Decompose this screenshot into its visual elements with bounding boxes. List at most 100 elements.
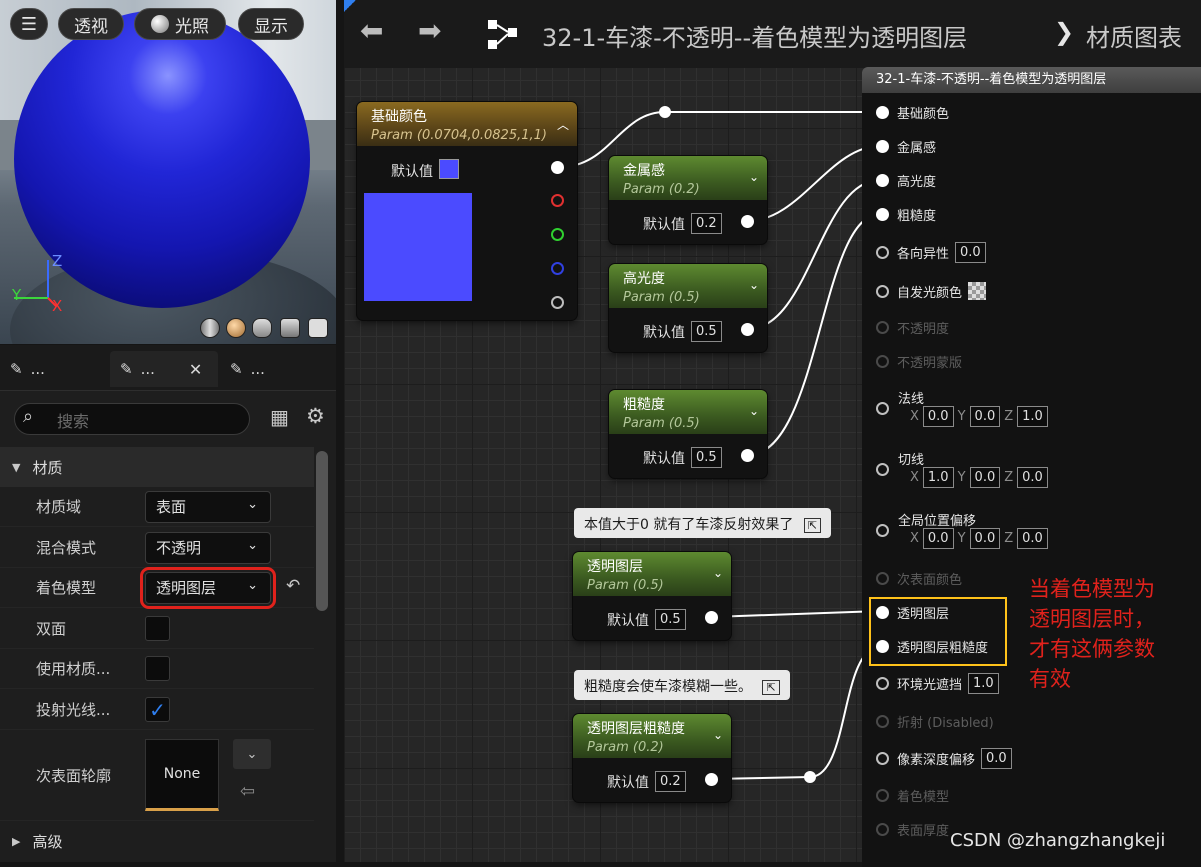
close-icon[interactable]: ✕ xyxy=(189,360,202,379)
input-pin[interactable] xyxy=(876,173,889,187)
value-field[interactable]: 0.0 xyxy=(1017,467,1048,488)
preview-plane-icon[interactable] xyxy=(252,318,272,338)
blend-mode-select[interactable]: 不透明 ⌄ xyxy=(145,531,271,564)
value-field[interactable]: 0.0 xyxy=(1017,528,1048,549)
pin-comment-icon[interactable]: ⇱ xyxy=(803,518,822,533)
input-pin[interactable] xyxy=(876,139,889,153)
preview-mesh-icon[interactable] xyxy=(308,318,328,338)
tab-details-2[interactable]: ✎ ... ✕ xyxy=(110,351,218,387)
table-view-icon[interactable]: ▦ xyxy=(270,405,289,429)
shading-model-select[interactable]: 透明图层 ⌄ xyxy=(140,566,276,609)
two-sided-checkbox[interactable] xyxy=(145,616,170,641)
input-normal[interactable]: 法线 X 0.0 Y 0.0 Z 1.0 xyxy=(876,388,1076,428)
chevron-down-icon[interactable]: ⌄ xyxy=(713,566,723,580)
value-field[interactable]: 1.0 xyxy=(922,467,954,488)
input-pin[interactable] xyxy=(876,284,889,298)
use-material-attributes-checkbox[interactable] xyxy=(145,656,170,681)
value-field[interactable]: 0.0 xyxy=(922,528,954,549)
menu-button[interactable]: ☰ xyxy=(10,8,48,40)
input-pin[interactable] xyxy=(876,105,889,119)
output-pin-r[interactable] xyxy=(551,194,564,207)
input-pin[interactable] xyxy=(876,676,889,690)
input-metallic[interactable]: 金属感 xyxy=(876,136,936,156)
input-clearcoat-roughness[interactable]: 透明图层粗糙度 xyxy=(876,636,988,656)
value-field[interactable]: 1.0 xyxy=(1017,406,1048,427)
comment-bubble-clearcoat[interactable]: 本值大于0 就有了车漆反射效果了 ⇱ xyxy=(574,508,832,538)
output-pin[interactable] xyxy=(741,323,754,336)
details-scrollbar[interactable] xyxy=(316,451,328,611)
use-selected-asset-icon[interactable]: ⇦ xyxy=(240,781,255,802)
input-pin[interactable] xyxy=(876,463,889,476)
value-field[interactable]: 0.0 xyxy=(969,406,1001,427)
chevron-down-icon[interactable]: ⌄ xyxy=(749,278,759,292)
input-pin[interactable] xyxy=(876,751,889,765)
value-field[interactable]: 0.2 xyxy=(655,771,686,792)
input-ambient-occlusion[interactable]: 环境光遮挡 1.0 xyxy=(876,672,999,694)
input-pixel-depth-offset[interactable]: 像素深度偏移 0.0 xyxy=(876,747,1012,769)
tab-details-3[interactable]: ✎ ... xyxy=(220,351,328,387)
reset-to-default-icon[interactable]: ↶ xyxy=(286,576,300,596)
show-button[interactable]: 显示 xyxy=(238,8,304,40)
input-base-color[interactable]: 基础颜色 xyxy=(876,102,949,122)
chevron-down-icon[interactable]: ⌄ xyxy=(713,728,723,742)
cast-ray-traced-shadows-checkbox[interactable]: ✓ xyxy=(145,697,170,722)
gear-icon[interactable]: ⚙ xyxy=(306,404,325,428)
value-field[interactable]: 0.0 xyxy=(981,747,1012,769)
pin-comment-icon[interactable]: ⇱ xyxy=(762,680,780,695)
output-pin-b[interactable] xyxy=(551,262,564,275)
value-field[interactable]: 0.0 xyxy=(922,406,954,427)
input-roughness[interactable]: 粗糙度 xyxy=(876,204,936,224)
back-arrow-icon[interactable]: ⬅ xyxy=(360,14,383,47)
input-anisotropy[interactable]: 各向异性 0.0 xyxy=(876,241,986,263)
value-field[interactable]: 0.5 xyxy=(691,447,722,468)
input-pin[interactable] xyxy=(876,402,889,415)
node-metallic[interactable]: 金属感 Param (0.2) ⌄ 默认值 0.2 xyxy=(609,156,767,244)
breadcrumb-asset[interactable]: 32-1-车漆-不透明--着色模型为透明图层 xyxy=(542,18,967,53)
subsurface-profile-thumbnail[interactable]: None xyxy=(145,739,219,811)
value-field[interactable]: 0.5 xyxy=(655,609,686,630)
checker-swatch[interactable] xyxy=(968,282,987,300)
output-pin-g[interactable] xyxy=(551,228,564,241)
section-advanced-header[interactable]: ▶ 高级 xyxy=(0,821,314,861)
value-field[interactable]: 0.0 xyxy=(955,241,986,263)
material-domain-select[interactable]: 表面 ⌄ xyxy=(145,490,271,523)
node-material-result[interactable]: 32-1-车漆-不透明--着色模型为透明图层 基础颜色 金属感 高光度 粗糙度 … xyxy=(862,67,1201,867)
input-specular[interactable]: 高光度 xyxy=(876,170,936,190)
search-box[interactable]: ⌕ 搜索 xyxy=(14,403,250,435)
material-preview-viewport[interactable]: ☰ 透视 光照 显示 Z Y X xyxy=(0,0,336,344)
input-emissive-color[interactable]: 自发光颜色 xyxy=(876,281,987,301)
output-pin[interactable] xyxy=(741,449,754,462)
forward-arrow-icon[interactable]: ➡ xyxy=(418,14,441,47)
node-roughness[interactable]: 粗糙度 Param (0.5) ⌄ 默认值 0.5 xyxy=(609,390,767,478)
color-swatch-small[interactable] xyxy=(439,159,459,179)
perspective-button[interactable]: 透视 xyxy=(58,8,124,40)
output-pin-a[interactable] xyxy=(551,296,564,309)
node-clearcoat[interactable]: 透明图层 Param (0.5) ⌄ 默认值 0.5 xyxy=(573,552,731,640)
input-clearcoat[interactable]: 透明图层 xyxy=(876,602,949,622)
value-field[interactable]: 0.0 xyxy=(969,528,1001,549)
value-field[interactable]: 0.5 xyxy=(691,321,722,342)
preview-cylinder-icon[interactable] xyxy=(200,318,220,338)
input-world-position-offset[interactable]: 全局位置偏移 X 0.0 Y 0.0 Z 0.0 xyxy=(876,510,1076,550)
node-clearcoat-roughness[interactable]: 透明图层粗糙度 Param (0.2) ⌄ 默认值 0.2 xyxy=(573,714,731,802)
chevron-down-icon[interactable]: ⌄ xyxy=(749,404,759,418)
value-field[interactable]: 0.2 xyxy=(691,213,722,234)
output-pin[interactable] xyxy=(705,611,718,624)
input-pin[interactable] xyxy=(876,639,889,653)
value-field[interactable]: 0.0 xyxy=(969,467,1001,488)
lighting-button[interactable]: 光照 xyxy=(134,8,226,40)
preview-cube-icon[interactable] xyxy=(280,318,300,338)
preview-sphere-icon[interactable] xyxy=(226,318,246,338)
input-pin[interactable] xyxy=(876,605,889,619)
chevron-up-icon[interactable]: ︿ xyxy=(557,116,569,133)
value-field[interactable]: 1.0 xyxy=(968,672,999,694)
node-base-color[interactable]: 基础颜色 Param (0.0704,0.0825,1,1) ︿ 默认值 xyxy=(357,102,577,320)
input-tangent[interactable]: 切线 X 1.0 Y 0.0 Z 0.0 xyxy=(876,449,1076,489)
subsurface-profile-dropdown[interactable]: ⌄ xyxy=(233,739,271,769)
comment-bubble-clearcoat-roughness[interactable]: 粗糙度会使车漆模糊一些。 ⇱ xyxy=(574,670,790,700)
output-pin[interactable] xyxy=(741,215,754,228)
section-material-header[interactable]: ▼ 材质 xyxy=(0,447,314,487)
output-pin[interactable] xyxy=(705,773,718,786)
node-specular[interactable]: 高光度 Param (0.5) ⌄ 默认值 0.5 xyxy=(609,264,767,352)
input-pin[interactable] xyxy=(876,207,889,221)
